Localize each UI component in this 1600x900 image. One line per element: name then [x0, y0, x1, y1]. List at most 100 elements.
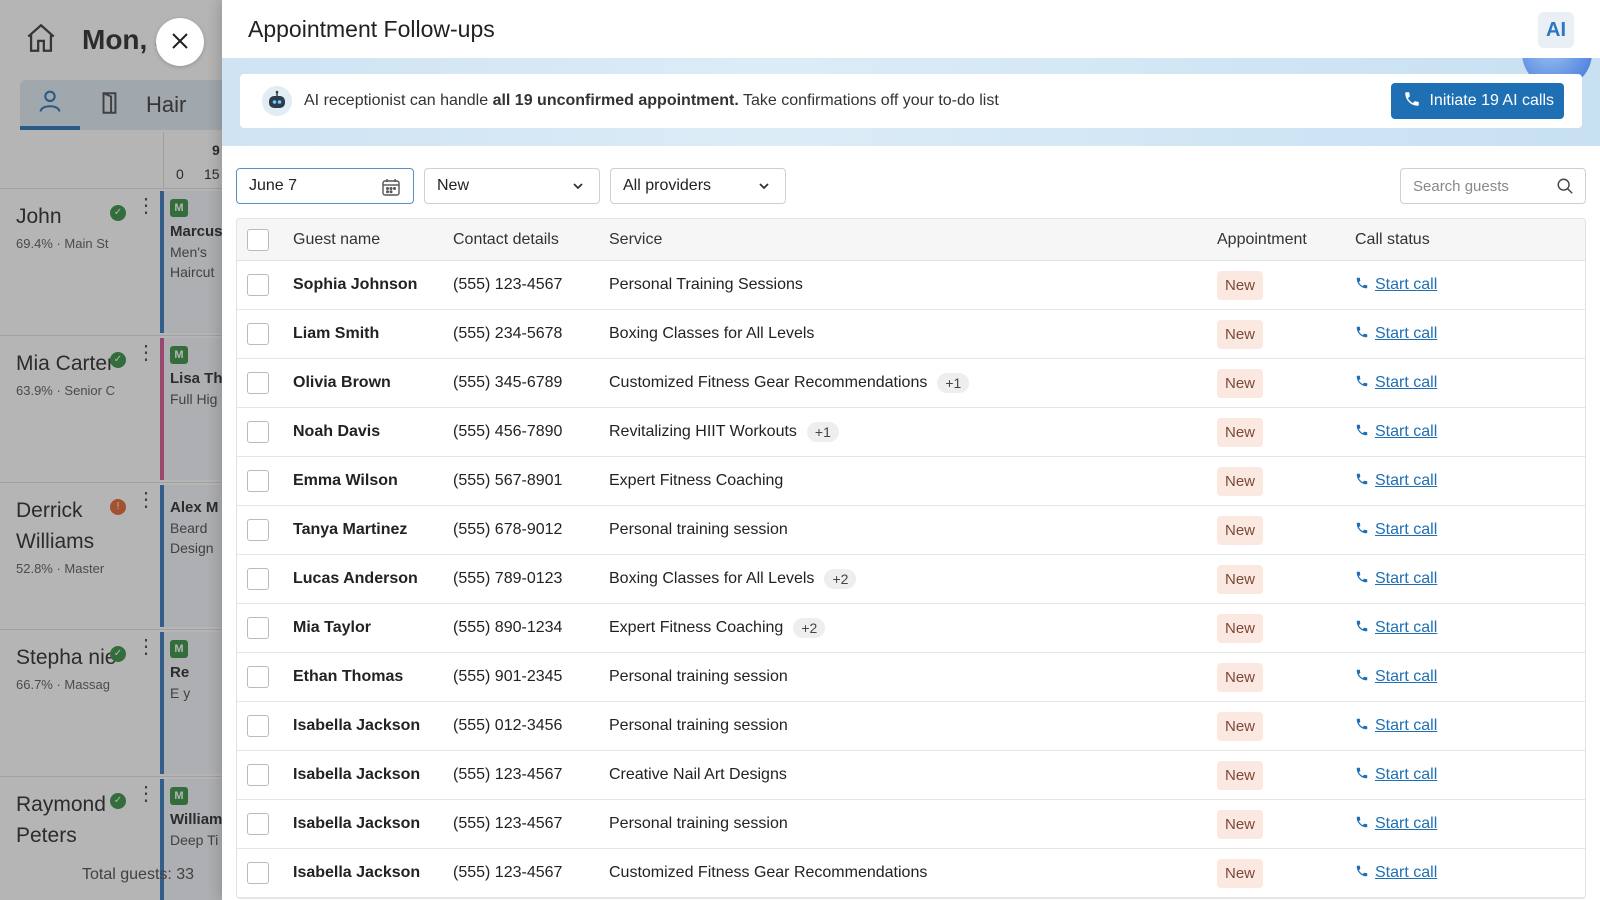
table-row: Sophia Johnson (555) 123-4567 Personal T…	[237, 261, 1585, 310]
start-call-link[interactable]: Start call	[1355, 472, 1437, 491]
start-call-link[interactable]: Start call	[1355, 374, 1437, 393]
column-contact: Contact details	[453, 230, 559, 248]
row-checkbox[interactable]	[247, 862, 269, 884]
status-badge: New	[1217, 613, 1264, 643]
table-row: Isabella Jackson (555) 123-4567 Creative…	[237, 751, 1585, 800]
row-checkbox[interactable]	[247, 617, 269, 639]
ai-logo-icon: AI	[1538, 12, 1574, 48]
start-call-link[interactable]: Start call	[1355, 766, 1437, 785]
follow-ups-drawer: Appointment Follow-ups AI AI receptionis…	[222, 0, 1600, 900]
close-icon	[170, 31, 190, 54]
table-row: Liam Smith (555) 234-5678 Boxing Classes…	[237, 310, 1585, 359]
guest-phone: (555) 456-7890	[453, 423, 563, 440]
column-guest-name: Guest name	[293, 230, 381, 248]
guest-phone: (555) 123-4567	[453, 766, 563, 783]
service-name: Personal training session	[609, 521, 788, 538]
start-call-link[interactable]: Start call	[1355, 668, 1437, 687]
row-checkbox[interactable]	[247, 421, 269, 443]
status-badge: New	[1217, 466, 1264, 496]
table-row: Noah Davis (555) 456-7890 Revitalizing H…	[237, 408, 1585, 457]
table-row: Isabella Jackson (555) 012-3456 Personal…	[237, 702, 1585, 751]
row-checkbox[interactable]	[247, 274, 269, 296]
phone-icon	[1355, 570, 1369, 589]
table-row: Mia Taylor (555) 890-1234 Expert Fitness…	[237, 604, 1585, 653]
guest-phone: (555) 123-4567	[453, 864, 563, 881]
guest-name: Mia Taylor	[293, 619, 371, 636]
guest-name: Isabella Jackson	[293, 766, 421, 783]
status-filter[interactable]: New	[424, 168, 600, 204]
row-checkbox[interactable]	[247, 666, 269, 688]
close-button[interactable]	[156, 18, 204, 66]
phone-icon	[1355, 472, 1369, 491]
table-row: Tanya Martinez (555) 678-9012 Personal t…	[237, 506, 1585, 555]
guest-name: Noah Davis	[293, 423, 381, 440]
service-name: Personal training session	[609, 717, 788, 734]
table-row: Emma Wilson (555) 567-8901 Expert Fitnes…	[237, 457, 1585, 506]
guest-name: Isabella Jackson	[293, 717, 421, 734]
phone-icon	[1403, 90, 1421, 113]
ai-receptionist-banner: AI receptionist can handle all 19 unconf…	[240, 74, 1582, 128]
row-checkbox[interactable]	[247, 715, 269, 737]
status-badge: New	[1217, 564, 1264, 594]
guest-name: Tanya Martinez	[293, 521, 408, 538]
guest-phone: (555) 012-3456	[453, 717, 563, 734]
row-checkbox[interactable]	[247, 323, 269, 345]
initiate-ai-calls-button[interactable]: Initiate 19 AI calls	[1391, 83, 1564, 119]
service-name: Personal Training Sessions	[609, 276, 803, 293]
start-call-link[interactable]: Start call	[1355, 570, 1437, 589]
guest-phone: (555) 890-1234	[453, 619, 563, 636]
row-checkbox[interactable]	[247, 470, 269, 492]
start-call-link[interactable]: Start call	[1355, 521, 1437, 540]
status-badge: New	[1217, 662, 1264, 692]
service-name: Expert Fitness Coaching	[609, 472, 784, 489]
phone-icon	[1355, 864, 1369, 883]
row-checkbox[interactable]	[247, 372, 269, 394]
more-services-badge[interactable]: +1	[806, 422, 839, 442]
date-filter-value: June 7	[249, 177, 298, 194]
ai-banner-area: AI receptionist can handle all 19 unconf…	[222, 58, 1600, 146]
table-header: Guest name Contact details Service Appoi…	[237, 219, 1585, 261]
guest-name: Olivia Brown	[293, 374, 391, 391]
guest-phone: (555) 901-2345	[453, 668, 563, 685]
start-call-link[interactable]: Start call	[1355, 864, 1437, 883]
providers-filter[interactable]: All providers	[610, 168, 786, 204]
status-badge: New	[1217, 858, 1264, 888]
column-call-status: Call status	[1355, 230, 1430, 248]
row-checkbox[interactable]	[247, 813, 269, 835]
guest-phone: (555) 234-5678	[453, 325, 563, 342]
guest-name: Lucas Anderson	[293, 570, 418, 587]
start-call-link[interactable]: Start call	[1355, 325, 1437, 344]
calendar-icon	[381, 177, 401, 202]
guest-phone: (555) 123-4567	[453, 815, 563, 832]
status-badge: New	[1217, 711, 1264, 741]
column-appointment: Appointment	[1217, 230, 1307, 248]
table-body: Sophia Johnson (555) 123-4567 Personal T…	[237, 261, 1585, 898]
phone-icon	[1355, 717, 1369, 736]
start-call-link[interactable]: Start call	[1355, 619, 1437, 638]
guest-name: Sophia Johnson	[293, 276, 418, 293]
status-filter-value: New	[437, 177, 470, 194]
date-filter[interactable]: June 7	[236, 168, 414, 204]
phone-icon	[1355, 766, 1369, 785]
start-call-link[interactable]: Start call	[1355, 815, 1437, 834]
start-call-link[interactable]: Start call	[1355, 276, 1437, 295]
service-name: Expert Fitness Coaching	[609, 619, 784, 636]
row-checkbox[interactable]	[247, 568, 269, 590]
row-checkbox[interactable]	[247, 519, 269, 541]
service-name: Boxing Classes for All Levels	[609, 325, 815, 342]
select-all-checkbox[interactable]	[247, 228, 269, 251]
phone-icon	[1355, 619, 1369, 638]
search-icon[interactable]	[1556, 177, 1574, 200]
phone-icon	[1355, 815, 1369, 834]
table-row: Isabella Jackson (555) 123-4567 Personal…	[237, 800, 1585, 849]
start-call-link[interactable]: Start call	[1355, 717, 1437, 736]
status-badge: New	[1217, 319, 1264, 349]
phone-icon	[1355, 276, 1369, 295]
more-services-badge[interactable]: +2	[824, 569, 857, 589]
table-row: Lucas Anderson (555) 789-0123 Boxing Cla…	[237, 555, 1585, 604]
start-call-link[interactable]: Start call	[1355, 423, 1437, 442]
row-checkbox[interactable]	[247, 764, 269, 786]
more-services-badge[interactable]: +1	[937, 373, 970, 393]
chevron-down-icon	[569, 177, 587, 200]
more-services-badge[interactable]: +2	[793, 618, 826, 638]
